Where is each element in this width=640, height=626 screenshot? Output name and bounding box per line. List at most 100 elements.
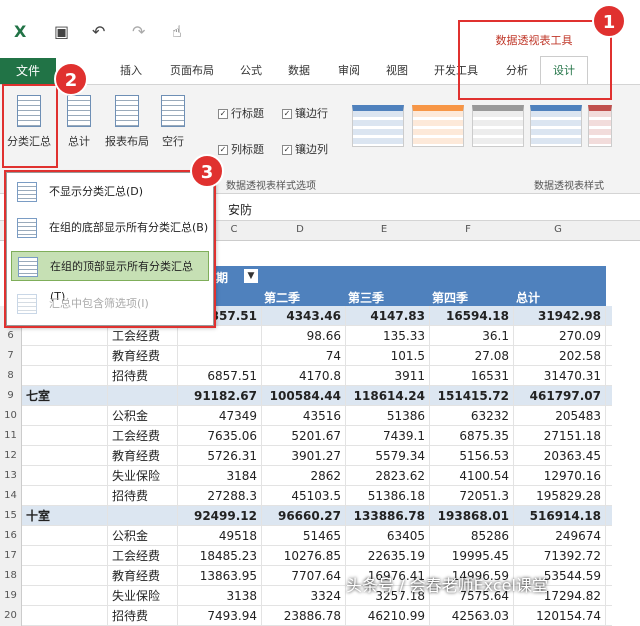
row-number[interactable]: 11 <box>0 426 22 446</box>
table-cell[interactable]: 5579.34 <box>346 446 430 466</box>
table-cell[interactable] <box>22 366 108 386</box>
col-headers-checkbox[interactable]: ✓ 列标题 <box>218 141 264 157</box>
table-cell[interactable]: 51465 <box>262 526 346 546</box>
table-cell[interactable]: 96660.27 <box>262 506 346 526</box>
row-number[interactable]: 20 <box>0 606 22 626</box>
table-cell[interactable]: 195829.28 <box>514 486 606 506</box>
table-cell[interactable]: 43516 <box>262 406 346 426</box>
table-cell[interactable]: 3901.27 <box>262 446 346 466</box>
table-cell[interactable]: 45103.5 <box>262 486 346 506</box>
table-cell[interactable]: 51386.18 <box>346 486 430 506</box>
row-number[interactable]: 8 <box>0 366 22 386</box>
table-cell[interactable] <box>22 606 108 626</box>
row-number[interactable]: 19 <box>0 586 22 606</box>
table-cell[interactable] <box>22 466 108 486</box>
column-header[interactable]: F <box>448 224 488 235</box>
table-cell[interactable]: 4343.46 <box>262 306 346 326</box>
row-number[interactable]: 17 <box>0 546 22 566</box>
table-cell[interactable]: 51386 <box>346 406 430 426</box>
table-cell[interactable]: 270.09 <box>514 326 606 346</box>
table-cell[interactable] <box>108 506 178 526</box>
table-cell[interactable]: 6857.51 <box>178 366 262 386</box>
table-cell[interactable]: 205483 <box>514 406 606 426</box>
table-cell[interactable]: 工会经费 <box>108 546 178 566</box>
table-cell[interactable]: 42563.03 <box>430 606 514 626</box>
table-cell[interactable]: 27.08 <box>430 346 514 366</box>
table-cell[interactable]: 63232 <box>430 406 514 426</box>
table-cell[interactable]: 12970.16 <box>514 466 606 486</box>
tab-insert[interactable]: 插入 <box>120 62 142 78</box>
row-number[interactable]: 14 <box>0 486 22 506</box>
tab-formulas[interactable]: 公式 <box>240 62 262 78</box>
table-cell[interactable]: 20363.45 <box>514 446 606 466</box>
table-cell[interactable]: 7635.06 <box>178 426 262 446</box>
table-cell[interactable]: 工会经费 <box>108 326 178 346</box>
pivot-style-thumb[interactable] <box>412 105 464 147</box>
table-cell[interactable]: 249674 <box>514 526 606 546</box>
table-cell[interactable]: 招待费 <box>108 486 178 506</box>
table-cell[interactable]: 十室 <box>22 506 108 526</box>
table-cell[interactable] <box>22 566 108 586</box>
table-cell[interactable]: 100584.44 <box>262 386 346 406</box>
table-cell[interactable]: 16594.18 <box>430 306 514 326</box>
table-cell[interactable]: 13863.95 <box>178 566 262 586</box>
table-cell[interactable]: 22635.19 <box>346 546 430 566</box>
table-cell[interactable]: 98.66 <box>262 326 346 346</box>
table-cell[interactable]: 4100.54 <box>430 466 514 486</box>
filter-dropdown-icon[interactable]: ▼ <box>244 269 258 283</box>
row-number[interactable]: 6 <box>0 326 22 346</box>
table-cell[interactable]: 27288.3 <box>178 486 262 506</box>
table-cell[interactable]: 5201.67 <box>262 426 346 446</box>
table-cell[interactable]: 教育经费 <box>108 346 178 366</box>
row-headers-checkbox[interactable]: ✓ 行标题 <box>218 105 264 121</box>
undo-icon[interactable]: ↶ <box>92 22 105 41</box>
table-cell[interactable]: 27151.18 <box>514 426 606 446</box>
table-cell[interactable]: 47349 <box>178 406 262 426</box>
table-cell[interactable]: 18485.23 <box>178 546 262 566</box>
table-cell[interactable]: 31942.98 <box>514 306 606 326</box>
table-cell[interactable]: 公积金 <box>108 526 178 546</box>
table-cell[interactable]: 2862 <box>262 466 346 486</box>
row-number[interactable]: 9 <box>0 386 22 406</box>
table-cell[interactable]: 5156.53 <box>430 446 514 466</box>
table-cell[interactable] <box>178 346 262 366</box>
table-cell[interactable]: 71392.72 <box>514 546 606 566</box>
row-number[interactable]: 12 <box>0 446 22 466</box>
table-cell[interactable] <box>22 546 108 566</box>
table-cell[interactable]: 4147.83 <box>346 306 430 326</box>
banded-cols-checkbox[interactable]: ✓ 镶边列 <box>282 141 328 157</box>
table-cell[interactable]: 失业保险 <box>108 586 178 606</box>
tab-view[interactable]: 视图 <box>386 62 408 78</box>
table-cell[interactable]: 118614.24 <box>346 386 430 406</box>
table-cell[interactable] <box>22 446 108 466</box>
table-cell[interactable]: 46210.99 <box>346 606 430 626</box>
table-cell[interactable]: 招待费 <box>108 606 178 626</box>
redo-icon[interactable]: ↷ <box>132 22 145 41</box>
report-layout-button[interactable]: 报表布局 <box>100 89 154 163</box>
save-icon[interactable]: ▣ <box>54 22 69 41</box>
table-cell[interactable] <box>22 346 108 366</box>
table-cell[interactable]: 工会经费 <box>108 426 178 446</box>
banded-rows-checkbox[interactable]: ✓ 镶边行 <box>282 105 328 121</box>
tab-page-layout[interactable]: 页面布局 <box>170 62 214 78</box>
grand-totals-button[interactable]: 总计 <box>56 89 102 163</box>
table-cell[interactable]: 36.1 <box>430 326 514 346</box>
table-cell[interactable]: 7707.64 <box>262 566 346 586</box>
table-cell[interactable]: 19995.45 <box>430 546 514 566</box>
table-cell[interactable] <box>178 326 262 346</box>
row-number[interactable]: 7 <box>0 346 22 366</box>
pivot-style-thumb[interactable] <box>530 105 582 147</box>
table-cell[interactable]: 63405 <box>346 526 430 546</box>
table-cell[interactable] <box>22 326 108 346</box>
table-cell[interactable]: 91182.67 <box>178 386 262 406</box>
tab-file[interactable]: 文件 <box>0 58 56 84</box>
table-cell[interactable]: 3138 <box>178 586 262 606</box>
table-cell[interactable] <box>22 486 108 506</box>
row-number[interactable]: 16 <box>0 526 22 546</box>
table-cell[interactable]: 135.33 <box>346 326 430 346</box>
table-cell[interactable]: 23886.78 <box>262 606 346 626</box>
table-cell[interactable]: 4170.8 <box>262 366 346 386</box>
table-cell[interactable]: 教育经费 <box>108 566 178 586</box>
table-cell[interactable] <box>22 586 108 606</box>
table-cell[interactable]: 151415.72 <box>430 386 514 406</box>
